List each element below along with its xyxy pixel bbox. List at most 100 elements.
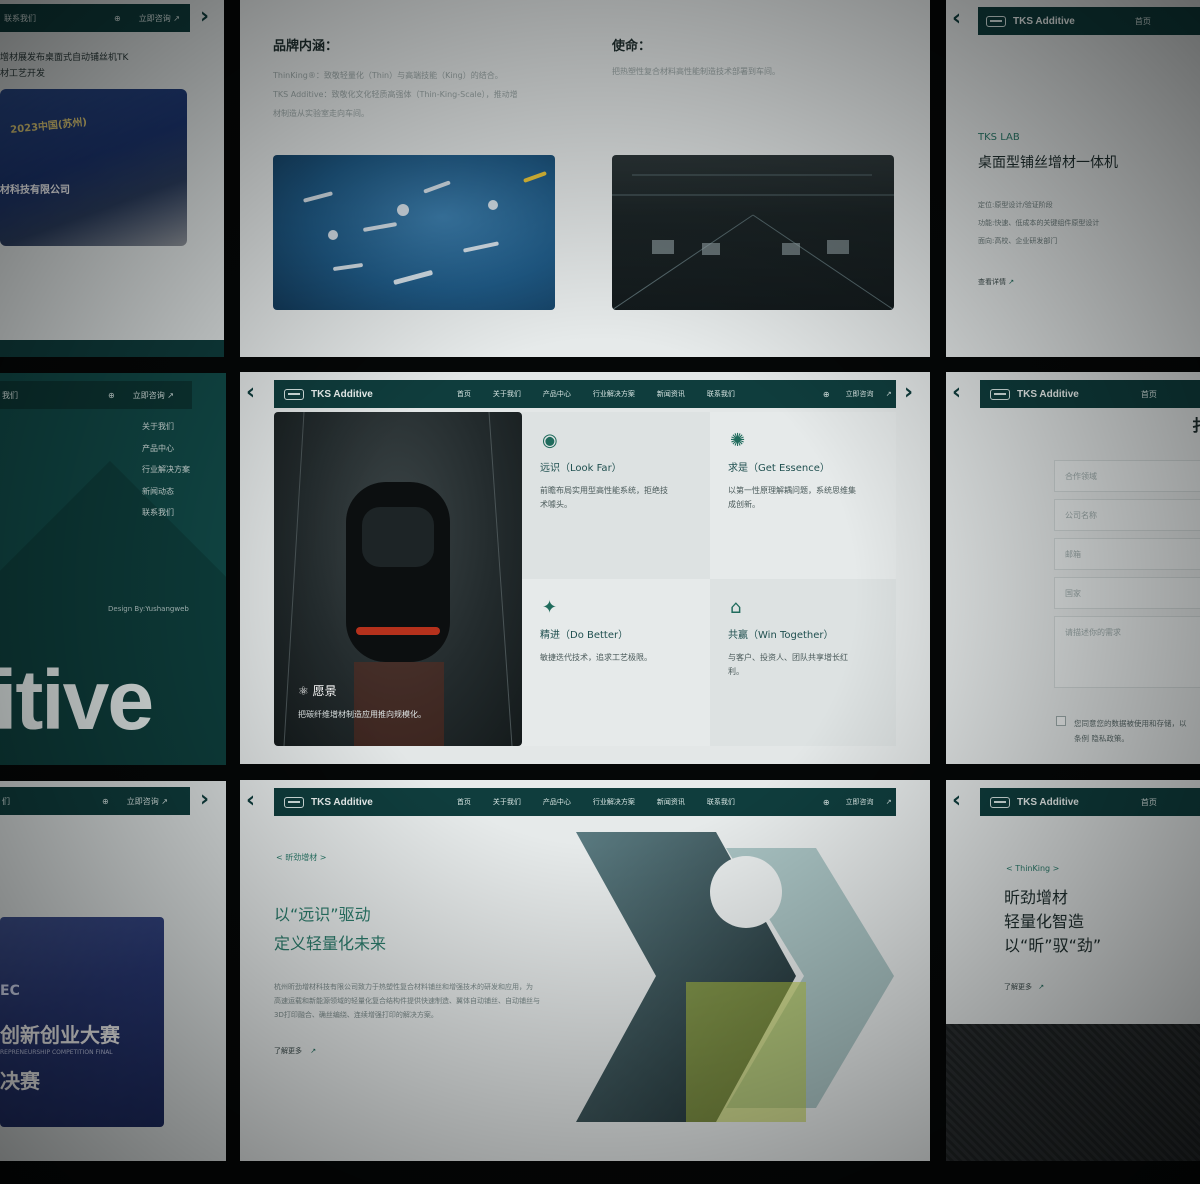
brand-logo[interactable]: TKS Additive	[986, 15, 1075, 27]
top-navbar: TKS Additive 首页	[980, 380, 1200, 408]
event-line-4: 决赛	[0, 1069, 40, 1093]
lab-more-link[interactable]: 查看详情 ↗	[978, 277, 1014, 287]
nav-links: 首页 关于我们 产品中心 行业解决方案 新闻资讯 联系我们	[457, 389, 735, 399]
chevron-right-icon[interactable]: ›	[904, 382, 924, 404]
globe-icon[interactable]: ⊕	[108, 391, 115, 400]
top-navbar: TKS Additive 首页	[980, 788, 1200, 816]
brand-name: TKS Additive	[1017, 388, 1079, 400]
chevron-left-icon[interactable]: ‹	[952, 8, 972, 30]
brand-logo[interactable]: TKS Additive	[284, 796, 373, 808]
brand-name: TKS Additive	[311, 796, 373, 808]
value-card-get-essence[interactable]: ✺ 求是（Get Essence） 以第一性原理解耦问题，系统思维集 成创新。	[710, 412, 896, 579]
lab-spec-3: 面向:高校、企业研发部门	[978, 237, 1058, 245]
brand-logo[interactable]: TKS Additive	[284, 388, 373, 400]
vision-text: 把碳纤维增材制造应用推向规模化。	[298, 710, 426, 719]
nav-link-about[interactable]: 关于我们	[493, 797, 521, 807]
nav-home-link[interactable]: 首页	[1135, 16, 1151, 27]
globe-icon[interactable]: ⊕	[823, 798, 830, 807]
top-navbar: 联系我们 ⊕ 立即咨询 ↗	[0, 4, 190, 32]
arrow-up-right-icon: ↗	[1038, 983, 1045, 991]
nav-link-products[interactable]: 产品中心	[543, 797, 571, 807]
arrow-up-right-icon: ↗	[885, 390, 892, 398]
brand-logo[interactable]: TKS Additive	[990, 796, 1079, 808]
brand-logo[interactable]: TKS Additive	[990, 388, 1079, 400]
value-card-text-2: 成创新。	[728, 500, 760, 509]
consult-button[interactable]: 立即咨询 ↗	[846, 797, 892, 807]
hard-hat	[710, 856, 782, 928]
menu-item-contact[interactable]: 联系我们	[142, 502, 190, 524]
hero-chevron-graphic	[576, 832, 894, 1122]
menu-item-about[interactable]: 关于我们	[142, 416, 190, 438]
nav-contact-link[interactable]: 们	[2, 796, 10, 807]
nav-home-link[interactable]: 首页	[1141, 797, 1157, 808]
company-field[interactable]: 公司名称	[1054, 499, 1200, 531]
top-navbar: 们 ⊕ 立即咨询 ↗	[0, 787, 190, 815]
hero-more-link[interactable]: 了解更多 ↗	[274, 1046, 316, 1056]
consult-button[interactable]: 立即咨询 ↗	[133, 390, 174, 401]
chevron-right-icon[interactable]: ›	[200, 6, 220, 28]
nav-link-about[interactable]: 关于我们	[493, 389, 521, 399]
brand-name: TKS Additive	[1013, 15, 1075, 27]
mission-text: 把热塑性复合材料高性能制造技术部署到车间。	[612, 67, 780, 76]
consult-button[interactable]: 立即咨询 ↗	[127, 796, 168, 807]
lab-title: 桌面型铺丝增材一体机	[978, 155, 1118, 171]
aircraft-image	[273, 155, 555, 310]
thinking-more-label: 了解更多	[1004, 983, 1032, 991]
logo-icon	[990, 796, 1010, 808]
thinking-more-link[interactable]: 了解更多 ↗	[1004, 982, 1044, 992]
eye-hand-icon: ◉	[542, 430, 558, 451]
nav-link-contact[interactable]: 联系我们	[707, 797, 735, 807]
globe-icon[interactable]: ⊕	[102, 797, 109, 806]
factory-image	[612, 155, 894, 310]
menu-item-products[interactable]: 产品中心	[142, 438, 190, 460]
value-card-text-1: 与客户、投资人、团队共享增长红	[728, 653, 848, 662]
news-headline[interactable]: 增材展发布桌面式自动铺丝机TK 材工艺开发	[0, 50, 128, 82]
nav-link-home[interactable]: 首页	[457, 389, 471, 399]
logo-icon	[990, 388, 1010, 400]
hero-tag: < 昕劲增材 >	[276, 853, 327, 862]
nav-home-link[interactable]: 首页	[1141, 389, 1157, 400]
lightbulb-icon: ✺	[730, 430, 746, 451]
cooperation-field[interactable]: 合作领域	[1054, 460, 1200, 492]
hero-title: 以“远识”驱动 定义轻量化未来	[274, 900, 386, 958]
chevron-right-icon[interactable]: ›	[200, 789, 220, 811]
menu-item-news[interactable]: 新闻动态	[142, 481, 190, 503]
news-photo[interactable]: 2023中国(苏州) 材科技有限公司	[0, 89, 187, 246]
event-photo[interactable]: EC 创新创业大赛 REPRENEURSHIP COMPETITION FINA…	[0, 917, 164, 1127]
menu-item-solutions[interactable]: 行业解决方案	[142, 459, 190, 481]
nav-link-solutions[interactable]: 行业解决方案	[593, 389, 635, 399]
message-field[interactable]: 请描述你的需求	[1054, 616, 1200, 688]
chevron-left-icon[interactable]: ‹	[952, 382, 972, 404]
nav-link-solutions[interactable]: 行业解决方案	[593, 797, 635, 807]
chevron-left-icon[interactable]: ‹	[246, 790, 266, 812]
country-field[interactable]: 国家	[1054, 577, 1200, 609]
globe-icon[interactable]: ⊕	[823, 390, 830, 399]
logo-icon	[284, 388, 304, 400]
email-field[interactable]: 邮箱	[1054, 538, 1200, 570]
nav-link-products[interactable]: 产品中心	[543, 389, 571, 399]
globe-icon[interactable]: ⊕	[114, 14, 121, 23]
big-wordmark: itive	[0, 653, 154, 747]
value-card-look-far[interactable]: ◉ 远识（Look Far） 前瞻布局实用型高性能系统，拒绝技 术噱头。	[522, 412, 710, 579]
consent-line-2: 条例 隐私政策。	[1074, 734, 1129, 743]
value-card-do-better[interactable]: ✦ 精进（Do Better） 敏捷迭代技术，追求工艺极限。	[522, 579, 710, 746]
brand-panel: 品牌内涵： ThinKing®：致敬轻量化（Thin）与高端技能（King）的结…	[240, 0, 930, 357]
nav-link-news[interactable]: 新闻资讯	[657, 797, 685, 807]
hero-title-line-2: 定义轻量化未来	[274, 934, 387, 953]
nav-contact-link[interactable]: 我们	[2, 390, 18, 401]
chevron-left-icon[interactable]: ‹	[246, 382, 266, 404]
news-banner-text-1: 2023中国(苏州)	[9, 116, 88, 136]
consult-button[interactable]: 立即咨询 ↗	[846, 389, 892, 399]
lab-tag: TKS LAB	[978, 132, 1020, 143]
nav-link-home[interactable]: 首页	[457, 797, 471, 807]
nav-contact-link[interactable]: 联系我们	[4, 13, 36, 24]
nav-link-contact[interactable]: 联系我们	[707, 389, 735, 399]
consent-checkbox[interactable]	[1056, 716, 1066, 726]
value-card-win-together[interactable]: ⌂ 共赢（Win Together） 与客户、投资人、团队共享增长红 利。	[710, 579, 896, 746]
chevron-left-icon[interactable]: ‹	[952, 790, 972, 812]
consult-button[interactable]: 立即咨询 ↗	[139, 13, 180, 24]
nav-link-news[interactable]: 新闻资讯	[657, 389, 685, 399]
vision-card[interactable]: ⚛ 愿景 把碳纤维增材制造应用推向规模化。	[274, 412, 522, 746]
connotation-title: 品牌内涵：	[273, 39, 339, 54]
mission-title: 使命：	[612, 39, 652, 54]
